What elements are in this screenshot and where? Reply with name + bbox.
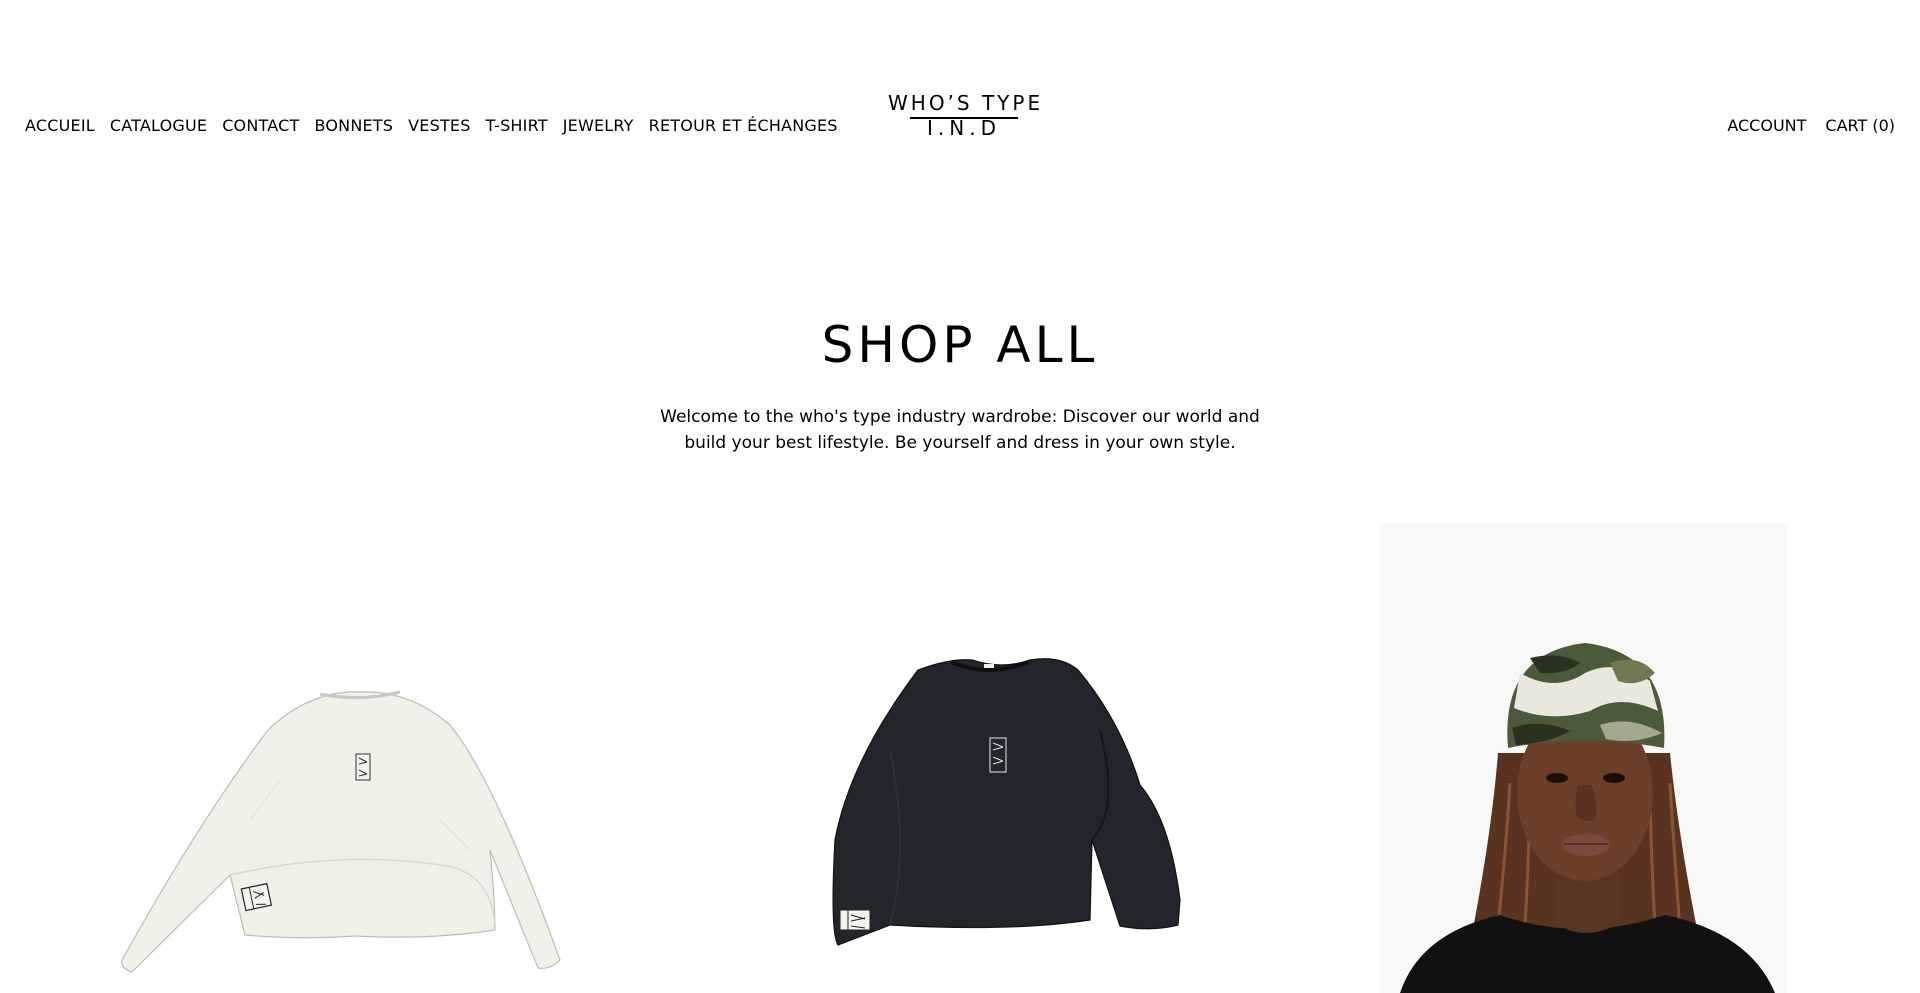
nav-link-bonnets[interactable]: BONNETS: [314, 116, 393, 135]
product-grid: [0, 520, 1920, 993]
nav-link-t-shirt[interactable]: T-SHIRT: [486, 116, 548, 135]
nav-link-retour-echanges[interactable]: RETOUR ET ÉCHANGES: [649, 116, 838, 135]
product-card-white-shirt[interactable]: [110, 520, 570, 993]
account-link[interactable]: ACCOUNT: [1727, 116, 1806, 135]
page-description: Welcome to the who's type industry wardr…: [660, 407, 1260, 453]
site-header: ACCUEIL CATALOGUE CONTACT BONNETS VESTES…: [0, 0, 1920, 180]
model-image: [1380, 523, 1787, 993]
nav-link-catalogue[interactable]: CATALOGUE: [110, 116, 207, 135]
white-shirt-image: [121, 690, 561, 973]
account-nav: ACCOUNT CART (0): [1708, 116, 1895, 135]
nav-link-accueil[interactable]: ACCUEIL: [25, 116, 95, 135]
cart-link[interactable]: CART (0): [1825, 116, 1895, 135]
white-shirt-shape: [121, 690, 561, 973]
nav-link-contact[interactable]: CONTACT: [222, 116, 299, 135]
main-nav: ACCUEIL CATALOGUE CONTACT BONNETS VESTES…: [25, 116, 853, 135]
product-card-black-shirt[interactable]: [740, 520, 1200, 993]
logo-line-2: I.N.D: [927, 116, 1001, 140]
nav-link-vestes[interactable]: VESTES: [408, 116, 470, 135]
black-shirt-image: [832, 658, 1181, 946]
product-card-camo-beanie[interactable]: [1380, 523, 1787, 993]
logo-line-1: WHO’S TYPE: [888, 91, 1044, 115]
nav-link-jewelry[interactable]: JEWELRY: [563, 116, 634, 135]
page-title: SHOP ALL: [821, 316, 1099, 374]
logo-divider: [910, 117, 1018, 119]
black-shirt-shape: [832, 658, 1181, 946]
brand-logo[interactable]: WHO’S TYPE I.N.D: [888, 92, 1040, 140]
